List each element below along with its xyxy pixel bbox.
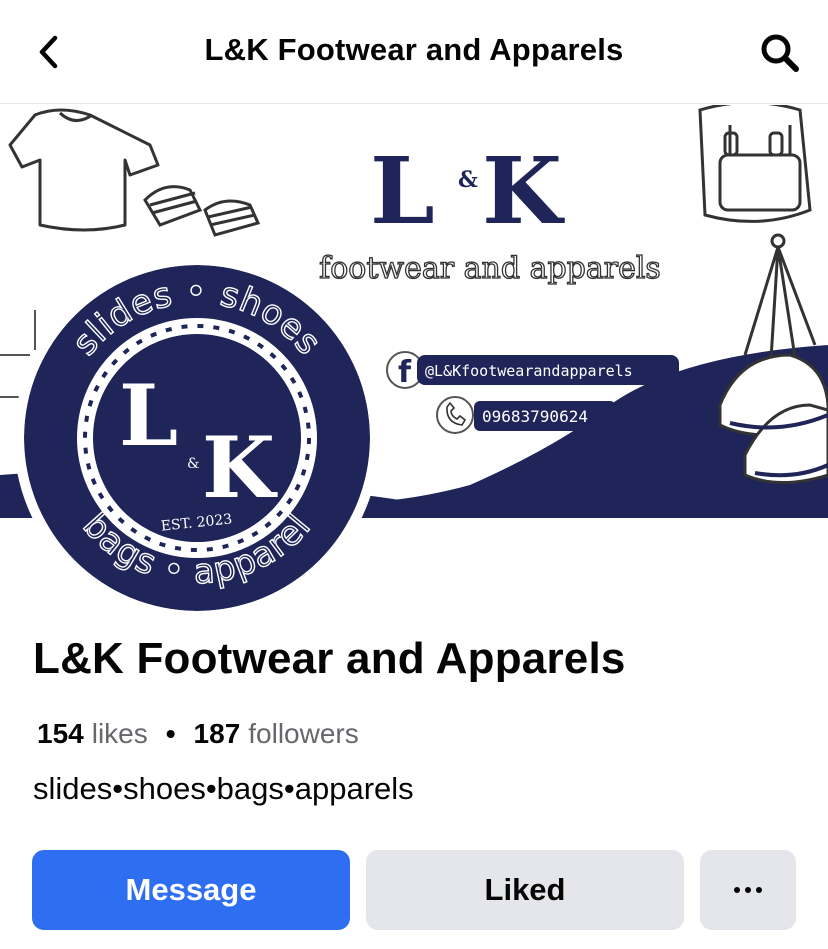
page-name: L&K Footwear and Apparels (33, 634, 626, 683)
page-bio: slides•shoes•bags•apparels (33, 771, 414, 806)
more-options-button[interactable] (700, 850, 796, 930)
cover-logo-l: L (370, 137, 435, 245)
profile-picture[interactable]: slides • shoes bags • apparel L & K EST.… (14, 255, 380, 621)
search-icon (761, 34, 799, 72)
cover-logo-k: K (482, 137, 565, 245)
cover-logo-amp: & (458, 167, 478, 193)
cover-tagline: footwear and apparels (319, 251, 661, 286)
tshirt-icon (8, 108, 160, 232)
avatar-logo-k: K (202, 418, 278, 517)
more-dots-icon (734, 887, 762, 893)
phone-icon (436, 396, 474, 434)
likes-label[interactable]: likes (92, 718, 148, 750)
avatar-logo-l: L (119, 366, 178, 465)
likes-count: 154 (37, 718, 84, 749)
followers-count: 187 (193, 718, 241, 749)
page-title: L&K Footwear and Apparels (204, 32, 624, 67)
page-stats: 154 likes • 187 followers (37, 718, 359, 750)
message-button[interactable]: Message (32, 850, 350, 930)
cover-facebook-handle: @L&Kfootwearandapparels (425, 362, 633, 380)
top-bar: L&K Footwear and Apparels (0, 0, 828, 104)
followers-label[interactable]: followers (248, 718, 358, 750)
cover-phone: 09683790624 (482, 407, 588, 426)
stats-separator: • (165, 718, 176, 749)
backpack-icon (698, 105, 812, 223)
svg-text:f: f (398, 355, 412, 390)
avatar-logo-amp: & (187, 456, 199, 472)
liked-button[interactable]: Liked (366, 850, 684, 930)
slides-icon (143, 185, 261, 237)
search-button[interactable] (756, 30, 804, 76)
avatar: slides • shoes bags • apparel L & K EST.… (24, 265, 370, 611)
